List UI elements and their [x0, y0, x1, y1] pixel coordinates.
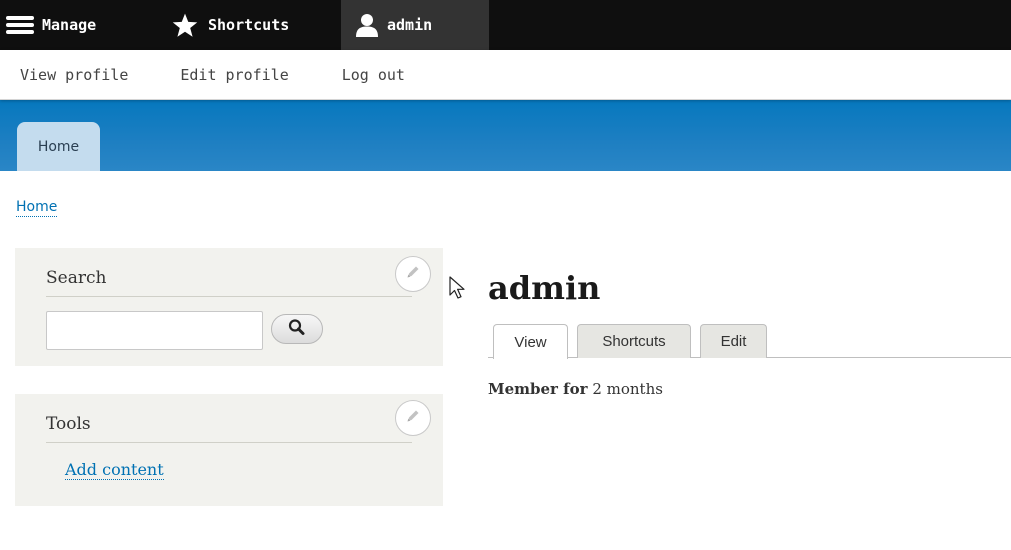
search-submit-button[interactable] — [271, 314, 323, 344]
tools-block-title: Tools — [46, 414, 412, 443]
search-block: Search — [15, 248, 443, 366]
view-profile-link[interactable]: View profile — [20, 66, 128, 84]
log-out-link[interactable]: Log out — [342, 66, 405, 84]
search-block-edit-button[interactable] — [395, 256, 431, 292]
toolbar-manage-label: Manage — [42, 16, 97, 34]
search-block-title: Search — [46, 268, 412, 297]
magnifier-icon — [287, 318, 307, 340]
tools-block-edit-button[interactable] — [395, 400, 431, 436]
hamburger-menu-icon — [6, 15, 42, 35]
mouse-cursor-icon — [449, 276, 469, 304]
member-for-info: Member for 2 months — [488, 380, 663, 398]
admin-toolbar: Manage Shortcuts admin — [0, 0, 1011, 50]
toolbar-shortcuts-label: Shortcuts — [208, 16, 290, 34]
tab-shortcuts[interactable]: Shortcuts — [577, 324, 691, 358]
edit-profile-link[interactable]: Edit profile — [180, 66, 288, 84]
toolbar-user-label: admin — [387, 16, 433, 34]
member-for-label: Member for — [488, 380, 588, 398]
tools-block: Tools Add content — [15, 394, 443, 506]
star-icon — [172, 13, 208, 38]
tab-view[interactable]: View — [493, 324, 568, 359]
person-icon — [355, 13, 387, 37]
tab-edit[interactable]: Edit — [700, 324, 767, 358]
primary-tab-home[interactable]: Home — [17, 122, 100, 171]
toolbar-user-button[interactable]: admin — [341, 0, 489, 50]
site-header: Home — [0, 100, 1011, 171]
pencil-icon — [404, 263, 422, 285]
page-title: admin — [488, 269, 601, 307]
breadcrumb-home-link[interactable]: Home — [16, 199, 58, 217]
add-content-link[interactable]: Add content — [65, 460, 164, 480]
pencil-icon — [404, 407, 422, 429]
toolbar-manage-button[interactable]: Manage — [0, 0, 160, 50]
member-for-value: 2 months — [592, 380, 663, 398]
search-input[interactable] — [46, 311, 263, 350]
user-tray: View profile Edit profile Log out — [0, 50, 1011, 100]
toolbar-shortcuts-button[interactable]: Shortcuts — [160, 0, 341, 50]
